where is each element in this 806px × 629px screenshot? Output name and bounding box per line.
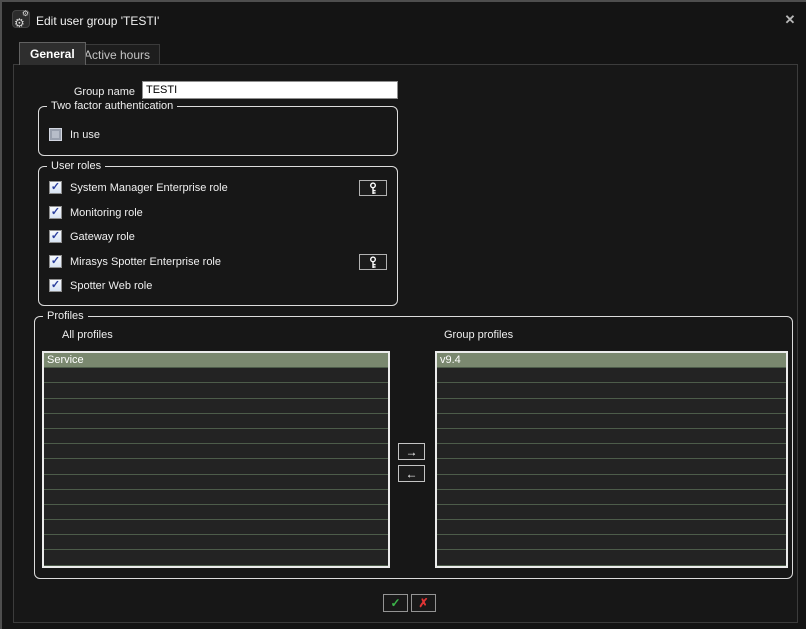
move-right-button[interactable]: → [398, 443, 425, 460]
title-bar: ⚙ ⚙ Edit user group 'TESTI' ✕ [2, 2, 806, 36]
group-profile-row[interactable]: v9.4 [437, 353, 786, 369]
role-row: ✓ Monitoring role [49, 206, 143, 219]
role-label: System Manager Enterprise role [70, 181, 228, 194]
check-icon: ✓ [50, 254, 61, 267]
ok-button[interactable]: ✓ [383, 594, 408, 612]
role-checkbox[interactable]: ✓ [49, 255, 62, 268]
group-profile-row-empty[interactable] [437, 550, 786, 566]
role-label: Gateway role [70, 230, 135, 243]
profile-row-empty[interactable] [44, 444, 388, 460]
general-tab-panel: Group name Two factor authentication In … [13, 64, 798, 623]
profile-row-empty[interactable] [44, 459, 388, 475]
group-profile-row-empty[interactable] [437, 520, 786, 536]
group-profile-row-empty[interactable] [437, 505, 786, 521]
group-profile-row-empty[interactable] [437, 444, 786, 460]
group-profile-row-empty[interactable] [437, 429, 786, 445]
group-profile-row-empty[interactable] [437, 535, 786, 551]
profiles-legend: Profiles [43, 310, 88, 322]
profile-row-empty[interactable] [44, 535, 388, 551]
profile-row-empty[interactable] [44, 414, 388, 429]
group-profile-row-empty[interactable] [437, 459, 786, 475]
dialog-title: Edit user group 'TESTI' [36, 14, 160, 28]
user-roles-groupbox: User roles ✓ System Manager Enterprise r… [38, 160, 398, 306]
gear-small-icon: ⚙ [21, 9, 29, 18]
tab-general[interactable]: General [19, 42, 86, 65]
checkbox-inner [52, 131, 59, 138]
profile-row-empty[interactable] [44, 368, 388, 384]
role-checkbox[interactable]: ✓ [49, 230, 62, 243]
edit-user-group-dialog: ⚙ ⚙ Edit user group 'TESTI' ✕ General Ac… [0, 0, 806, 629]
tab-active-hours[interactable]: Active hours [74, 44, 161, 65]
check-icon: ✓ [50, 180, 61, 193]
role-key-button[interactable] [359, 254, 387, 270]
check-icon: ✓ [50, 205, 61, 218]
profile-row-empty[interactable] [44, 383, 388, 399]
role-checkbox[interactable]: ✓ [49, 206, 62, 219]
check-icon: ✓ [50, 278, 61, 291]
all-profiles-label: All profiles [62, 329, 113, 341]
user-roles-legend: User roles [47, 160, 106, 172]
profiles-groupbox: Profiles All profiles Group profiles Ser… [34, 310, 793, 579]
profile-row-empty[interactable] [44, 505, 388, 521]
group-profile-row-empty[interactable] [437, 368, 786, 384]
all-profiles-list[interactable]: Service [42, 351, 390, 568]
group-profiles-label: Group profiles [444, 329, 514, 341]
group-name-input[interactable] [142, 81, 398, 99]
move-left-button[interactable]: ← [398, 465, 425, 482]
group-name-label: Group name [73, 86, 135, 98]
in-use-row: In use [49, 128, 100, 141]
cancel-button[interactable]: ✗ [411, 594, 436, 612]
check-icon: ✓ [50, 229, 61, 242]
profile-row[interactable]: Service [44, 353, 388, 369]
role-row: ✓ Mirasys Spotter Enterprise role [49, 255, 221, 268]
key-icon [370, 181, 376, 194]
two-factor-legend: Two factor authentication [47, 100, 178, 112]
role-label: Mirasys Spotter Enterprise role [70, 255, 221, 268]
profile-row-empty[interactable] [44, 475, 388, 490]
profile-row-empty[interactable] [44, 490, 388, 505]
group-profile-row-empty[interactable] [437, 490, 786, 505]
role-label: Spotter Web role [70, 279, 153, 292]
group-profiles-list[interactable]: v9.4 [435, 351, 788, 568]
role-checkbox[interactable]: ✓ [49, 279, 62, 292]
gear-icon: ⚙ [14, 16, 25, 30]
user-group-gear-icon: ⚙ ⚙ [12, 9, 30, 30]
close-icon[interactable]: ✕ [781, 11, 799, 29]
role-row: ✓ Gateway role [49, 230, 135, 243]
role-row: ✓ Spotter Web role [49, 279, 152, 292]
profile-row-empty[interactable] [44, 429, 388, 445]
profile-row-empty[interactable] [44, 399, 388, 414]
key-icon [370, 255, 376, 268]
in-use-checkbox[interactable] [49, 128, 62, 141]
group-profile-row-empty[interactable] [437, 414, 786, 429]
profile-row-empty[interactable] [44, 520, 388, 536]
profile-row-empty[interactable] [44, 550, 388, 566]
role-row: ✓ System Manager Enterprise role [49, 181, 228, 194]
two-factor-groupbox: Two factor authentication In use [38, 100, 398, 156]
role-key-button[interactable] [359, 180, 387, 196]
role-checkbox[interactable]: ✓ [49, 181, 62, 194]
role-label: Monitoring role [70, 206, 143, 219]
group-profile-row-empty[interactable] [437, 383, 786, 399]
group-profile-row-empty[interactable] [437, 475, 786, 490]
group-profile-row-empty[interactable] [437, 399, 786, 414]
in-use-label: In use [70, 128, 100, 141]
